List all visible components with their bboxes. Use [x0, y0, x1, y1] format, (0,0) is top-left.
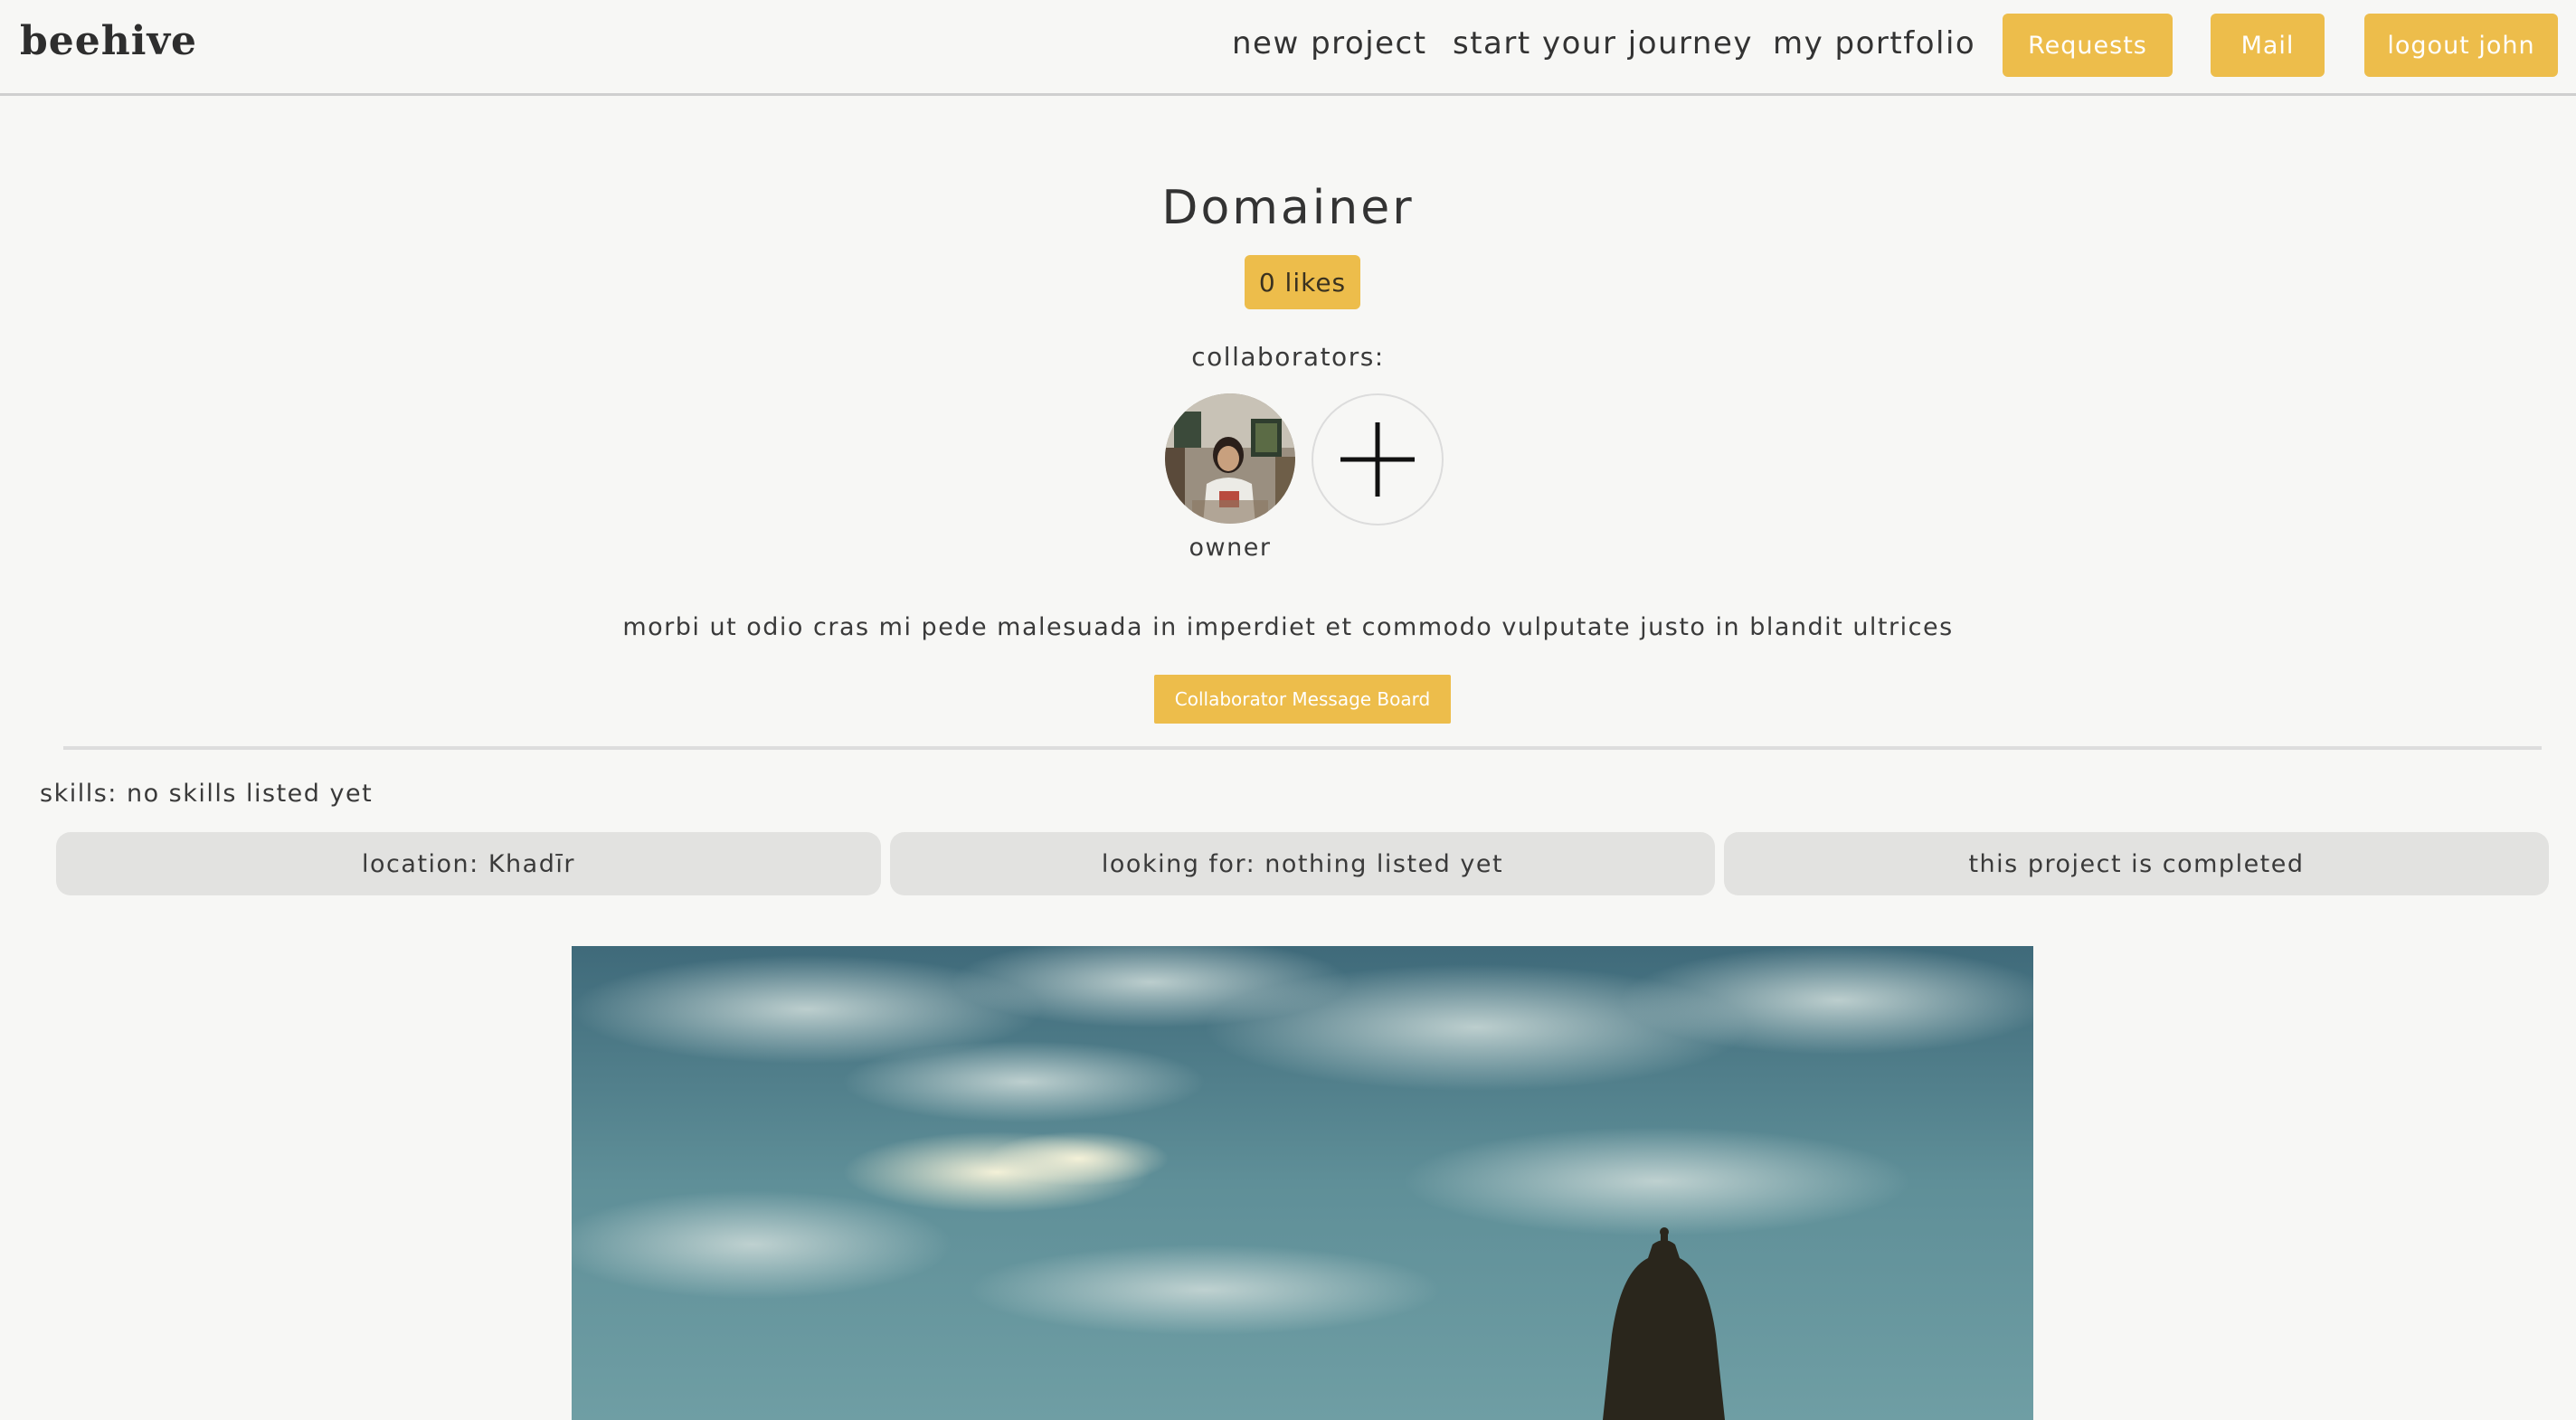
owner-avatar[interactable] — [1165, 393, 1295, 524]
project-image — [572, 946, 2033, 1420]
add-collaborator-button[interactable] — [1312, 393, 1444, 525]
requests-button[interactable]: Requests — [2003, 14, 2173, 77]
skills-text: skills: no skills listed yet — [40, 780, 374, 808]
beehive-logo[interactable]: beehive — [20, 18, 197, 64]
project-title: Domainer — [1161, 181, 1415, 235]
location-pill: location: Khadīr — [56, 832, 881, 895]
likes-button[interactable]: 0 likes — [1245, 255, 1360, 309]
nav-new-project-link[interactable]: new project — [1232, 25, 1427, 62]
project-description: morbi ut odio cras mi pede malesuada in … — [622, 613, 1954, 641]
project-status-pill: this project is completed — [1724, 832, 2549, 895]
nav-my-portfolio-link[interactable]: my portfolio — [1773, 25, 1975, 62]
section-divider — [63, 746, 2542, 750]
logout-button[interactable]: logout john — [2364, 14, 2558, 77]
looking-for-pill: looking for: nothing listed yet — [890, 832, 1715, 895]
owner-label: owner — [1189, 534, 1272, 562]
plus-icon — [1340, 422, 1415, 497]
owner-photo — [1165, 393, 1295, 524]
top-navbar: beehive new project start your journey m… — [0, 0, 2576, 96]
mail-button[interactable]: Mail — [2211, 14, 2325, 77]
collaborator-message-board-button[interactable]: Collaborator Message Board — [1154, 675, 1451, 724]
temple-sky-photo — [572, 946, 2033, 1420]
collaborators-label: collaborators: — [1191, 342, 1385, 372]
nav-start-journey-link[interactable]: start your journey — [1453, 25, 1753, 62]
